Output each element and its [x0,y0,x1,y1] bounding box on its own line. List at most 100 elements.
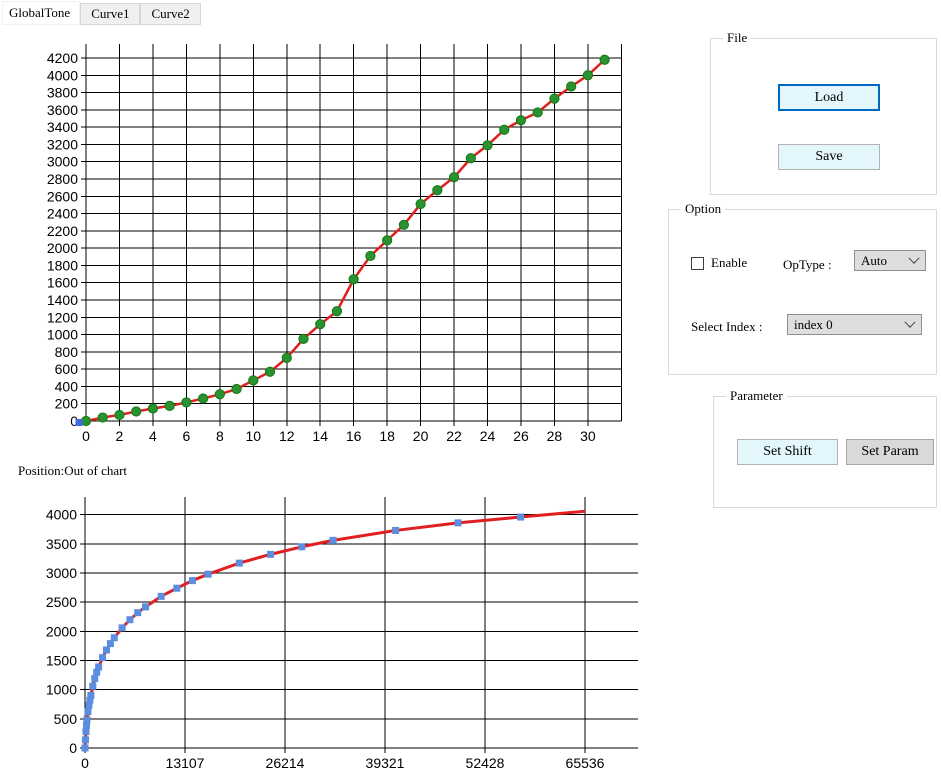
select-index-value: index 0 [794,317,833,333]
y-tick-label: 4200 [47,50,78,66]
data-point-marker [516,116,525,125]
data-point-marker [392,527,399,534]
y-tick-label: 1800 [47,257,78,273]
y-tick-label: 1500 [46,653,77,669]
y-tick-label: 0 [69,740,77,756]
tone-curve-chart[interactable]: 0246810121416182022242628300200400600800… [0,30,660,455]
data-point-marker [111,634,118,641]
x-tick-label: 22 [446,428,462,444]
data-point-marker [95,663,102,670]
data-point-marker [449,173,458,182]
optype-value: Auto [861,253,887,269]
data-point-marker [433,186,442,195]
optype-dropdown[interactable]: Auto [854,250,926,271]
curve-line [86,60,605,421]
data-point-marker [332,307,341,316]
y-tick-label: 2800 [47,171,78,187]
data-point-marker [600,55,609,64]
data-point-marker [267,551,274,558]
enable-label: Enable [711,255,747,271]
load-button[interactable]: Load [778,84,880,111]
option-groupbox: Option Enable OpType : Auto Select Index… [668,209,937,375]
data-point-marker [550,94,559,103]
x-tick-label: 16 [346,428,362,444]
y-tick-label: 4000 [47,67,78,83]
data-point-marker [236,560,243,567]
x-tick-label: 14 [312,428,328,444]
data-point-marker [232,384,241,393]
select-index-dropdown[interactable]: index 0 [787,314,922,335]
save-button[interactable]: Save [778,144,880,170]
option-group-title: Option [681,201,725,217]
data-point-marker [298,543,305,550]
tab-globaltone[interactable]: GlobalTone [2,1,80,25]
data-point-marker [330,537,337,544]
data-point-marker [81,416,90,425]
tab-curve1[interactable]: Curve1 [80,3,140,25]
set-param-button[interactable]: Set Param [846,439,934,465]
y-tick-label: 2200 [47,223,78,239]
data-point-marker [103,647,110,654]
data-point-marker [567,82,576,91]
x-tick-label: 18 [379,428,395,444]
data-point-marker [466,154,475,163]
y-tick-label: 1600 [47,275,78,291]
position-status-label: Position:Out of chart [18,463,127,479]
y-tick-label: 400 [55,378,79,394]
tab-curve2[interactable]: Curve2 [140,3,200,25]
tone-curve-input-chart[interactable]: 0131072621439321524286553605001000150020… [0,485,660,781]
data-point-marker [91,675,98,682]
data-point-marker [142,603,149,610]
x-tick-label: 20 [413,428,429,444]
data-point-marker [119,624,126,631]
x-tick-label: 0 [81,755,89,771]
data-point-marker [115,410,124,419]
set-shift-button[interactable]: Set Shift [737,439,838,465]
y-tick-label: 800 [55,344,79,360]
x-tick-label: 30 [580,428,596,444]
chevron-down-icon [908,252,919,263]
y-tick-label: 1000 [47,327,78,343]
data-point-marker [98,413,107,422]
data-point-marker [416,199,425,208]
x-tick-label: 13107 [166,755,205,771]
data-point-marker [165,401,174,410]
x-tick-label: 4 [149,428,157,444]
select-index-label: Select Index : [691,319,762,335]
data-point-marker [533,108,542,117]
data-point-marker [199,394,208,403]
data-point-marker [126,616,133,623]
data-point-marker [182,398,191,407]
x-tick-label: 39321 [366,755,405,771]
y-tick-label: 1000 [46,682,77,698]
data-point-marker [189,577,196,584]
data-point-marker [366,251,375,260]
data-point-marker [99,654,106,661]
file-group-title: File [723,30,751,46]
y-tick-label: 4000 [46,507,77,523]
file-groupbox: File Load Save [710,38,937,195]
enable-checkbox[interactable] [691,257,704,270]
x-tick-label: 26 [513,428,529,444]
y-tick-label: 2000 [46,623,77,639]
enable-checkbox-row: Enable [691,255,747,271]
data-point-marker [83,717,90,724]
data-point-marker [173,585,180,592]
curve-line [85,511,585,748]
tab-bar: GlobalTone Curve1 Curve2 [2,1,201,25]
x-tick-label: 8 [216,428,224,444]
y-tick-label: 2000 [47,240,78,256]
data-point-marker [583,71,592,80]
data-point-marker [299,334,308,343]
x-tick-label: 12 [279,428,295,444]
chevron-down-icon [904,316,915,327]
data-point-marker [215,390,224,399]
data-point-marker [282,353,291,362]
y-tick-label: 3600 [47,102,78,118]
y-tick-label: 3400 [47,119,78,135]
y-tick-label: 1200 [47,309,78,325]
data-point-marker [87,692,94,699]
x-tick-label: 65536 [566,755,605,771]
y-tick-label: 3000 [47,154,78,170]
data-point-marker [82,728,89,735]
